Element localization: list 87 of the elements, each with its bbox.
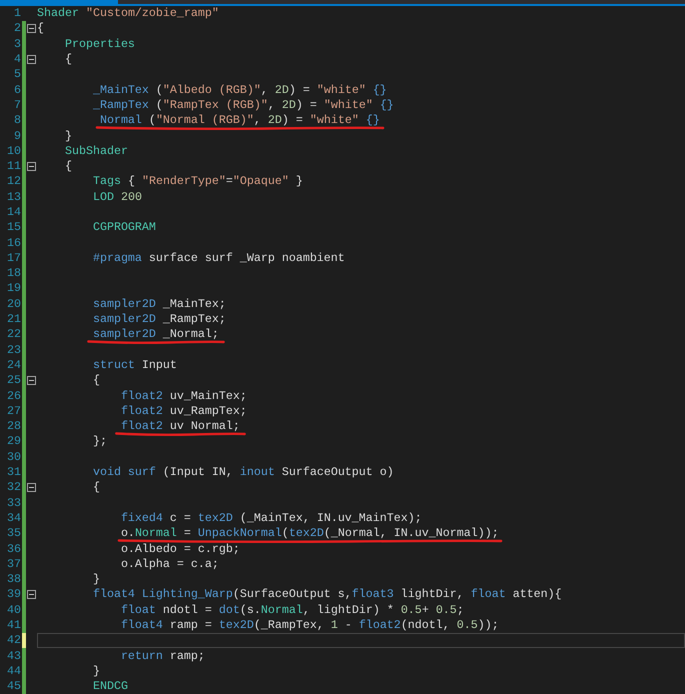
collapse-icon[interactable] — [27, 24, 36, 34]
collapse-icon[interactable] — [27, 54, 36, 64]
code-line: { — [92, 373, 100, 388]
code-line: { — [92, 480, 100, 496]
collapse-icon[interactable] — [27, 483, 36, 492]
code-line: float4 ramp = tex2D(_RampTex, 1 - float2(ndotl, 0.5)); — [120, 618, 499, 634]
code-line: float2 uv_MainTex; — [120, 388, 247, 404]
collapse-icon[interactable] — [27, 376, 36, 386]
line-number: 42 — [6, 633, 21, 648]
code-line: sampler2D _RampTex; — [92, 312, 226, 328]
code-line: Normal ("Normal (RGB)", 2D) = "white" {} — [98, 113, 380, 128]
line-number: 4 — [13, 52, 21, 68]
code-line: float ndotl = dot(s.Normal, lightDir) * 0.5+ 0.5; — [120, 602, 464, 618]
line-number: 16 — [6, 236, 21, 251]
line-number: 1 — [13, 6, 21, 22]
line-number: 7 — [13, 98, 21, 113]
line-number: 35 — [6, 526, 21, 542]
code-line: LOD 200 — [92, 190, 142, 205]
code-line: float4 Lighting_Warp(SurfaceOutput s,float3 lightDir, float atten){ — [92, 587, 562, 602]
line-number: 20 — [6, 296, 21, 312]
code-line: Tags { "RenderType"="Opaque" } — [92, 174, 303, 190]
line-number: 2 — [13, 21, 21, 36]
code-line: float2 uv Normal; — [120, 419, 240, 434]
code-line: ENDCG — [92, 679, 128, 694]
line-number: 36 — [6, 542, 21, 557]
line-number: 41 — [6, 618, 21, 634]
code-line: struct Input — [92, 358, 177, 373]
code-line: sampler2D _Normal; — [92, 327, 219, 342]
line-number: 3 — [13, 36, 21, 52]
line-number: 26 — [6, 388, 21, 404]
code-line: _MainTex ("Albedo (RGB)", 2D) = "white" {} — [92, 82, 387, 98]
code-line: SubShader — [64, 144, 128, 159]
line-number: 31 — [6, 465, 21, 480]
line-number: 11 — [6, 159, 21, 174]
line-number: 30 — [6, 450, 21, 465]
line-number: 25 — [6, 373, 21, 388]
code-line: { — [64, 159, 72, 174]
line-number: 37 — [6, 556, 21, 572]
line-number: 14 — [6, 205, 21, 220]
line-number: 23 — [6, 342, 21, 358]
code-line: } — [64, 128, 72, 144]
code-line: _RampTex ("RampTex (RGB)", 2D) = "white" {} — [92, 98, 394, 113]
code-line: o.Alpha = c.a; — [120, 556, 219, 572]
line-number: 17 — [6, 250, 21, 266]
line-number: 10 — [6, 144, 21, 159]
code-line: }; — [92, 434, 107, 450]
collapse-icon[interactable] — [27, 590, 36, 600]
line-number: 33 — [6, 496, 21, 511]
line-number: 44 — [6, 664, 21, 679]
line-number: 22 — [6, 327, 21, 342]
code-line: sampler2D _MainTex; — [92, 296, 226, 312]
line-number: 12 — [6, 174, 21, 190]
line-number: 39 — [6, 587, 21, 602]
code-line: return ramp; — [120, 648, 205, 664]
collapse-icon[interactable] — [27, 162, 36, 171]
code-line: Properties — [64, 36, 135, 52]
line-number: 29 — [6, 434, 21, 450]
line-number: 5 — [13, 67, 21, 82]
line-number: 21 — [6, 312, 21, 328]
code-line: o.Normal = UnpackNormal(tex2D(_Normal, IN.uv_Normal)); — [120, 526, 499, 542]
code-line: } — [92, 664, 100, 679]
line-number: 15 — [6, 220, 21, 236]
code-line: } — [92, 572, 100, 588]
line-number: 43 — [6, 648, 21, 664]
code-line: Shader "Custom/zobie_ramp" — [37, 6, 219, 22]
line-number: 27 — [6, 404, 21, 419]
code-line: float2 uv_RampTex; — [120, 404, 247, 419]
line-number: 45 — [6, 679, 21, 694]
line-number: 8 — [13, 113, 21, 128]
code-line: { — [64, 52, 72, 68]
code-line: CGPROGRAM — [92, 220, 156, 236]
line-number: 34 — [6, 510, 21, 526]
line-number: 32 — [6, 480, 21, 496]
code-line: void surf (Input IN, inout SurfaceOutput o) — [92, 465, 394, 480]
code-line: o.Albedo = c.rgb; — [120, 542, 240, 557]
line-number: 13 — [6, 190, 21, 205]
line-number: 6 — [13, 82, 21, 98]
code-line: #pragma surface surf _Warp noambient — [92, 250, 345, 266]
code-line: fixed4 c = tex2D (_MainTex, IN.uv_MainTex); — [120, 510, 422, 526]
line-number: 9 — [13, 128, 21, 144]
line-number: 40 — [6, 602, 21, 618]
line-number: 19 — [6, 281, 21, 296]
line-number: 28 — [6, 419, 21, 434]
line-number: 38 — [6, 572, 21, 588]
line-number: 24 — [6, 358, 21, 373]
line-number: 18 — [6, 266, 21, 282]
code-line: { — [37, 21, 44, 36]
